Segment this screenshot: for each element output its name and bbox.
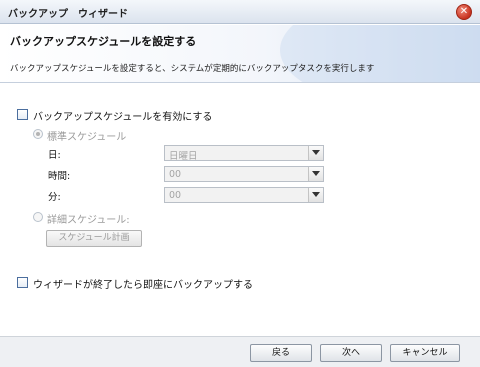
schedule-plan-button[interactable]: スケジュール計画 <box>46 230 142 247</box>
enable-schedule-label: バックアップスケジュールを有効にする <box>33 112 213 123</box>
standard-schedule-label: 標準スケジュール <box>47 132 127 143</box>
title-bar: バックアップ ウィザード ✕ <box>0 0 480 24</box>
backup-after-wizard-label: ウィザードが終了したら即座にバックアップする <box>33 280 253 291</box>
page-title: バックアップスケジュールを設定する <box>10 35 197 48</box>
page-description: バックアップスケジュールを設定すると、システムが定期的にバックアップタスクを実行… <box>10 64 375 74</box>
standard-schedule-radio[interactable] <box>33 129 43 139</box>
day-select[interactable]: 日曜日 <box>164 145 324 162</box>
window-title: バックアップ ウィザード <box>8 9 128 20</box>
detailed-schedule-label: 詳細スケジュール: <box>47 215 130 226</box>
header-decoration <box>280 25 480 82</box>
close-button[interactable]: ✕ <box>456 4 472 20</box>
minute-label: 分: <box>48 192 61 203</box>
hour-select[interactable]: 00 <box>164 166 324 182</box>
minute-select-value: 00 <box>169 190 182 201</box>
backup-after-wizard-checkbox[interactable] <box>17 277 28 288</box>
enable-schedule-checkbox[interactable] <box>17 109 28 120</box>
chevron-down-icon <box>308 188 323 202</box>
hour-label: 時間: <box>48 171 71 182</box>
wizard-footer: 戻る 次へ キャンセル <box>0 336 480 367</box>
wizard-content: バックアップスケジュールを有効にする 標準スケジュール 日: 日曜日 時間: 0… <box>0 84 480 336</box>
day-select-value: 日曜日 <box>169 151 198 162</box>
next-button[interactable]: 次へ <box>320 344 382 362</box>
chevron-down-icon <box>308 146 323 160</box>
cancel-button[interactable]: キャンセル <box>390 344 460 362</box>
wizard-header: バックアップスケジュールを設定する バックアップスケジュールを設定すると、システ… <box>0 25 480 83</box>
detailed-schedule-radio[interactable] <box>33 212 43 222</box>
day-label: 日: <box>48 150 61 161</box>
radio-selected-dot <box>36 132 40 136</box>
chevron-down-icon <box>308 167 323 181</box>
back-button[interactable]: 戻る <box>250 344 312 362</box>
minute-select[interactable]: 00 <box>164 187 324 203</box>
close-icon: ✕ <box>459 6 469 17</box>
hour-select-value: 00 <box>169 169 182 180</box>
